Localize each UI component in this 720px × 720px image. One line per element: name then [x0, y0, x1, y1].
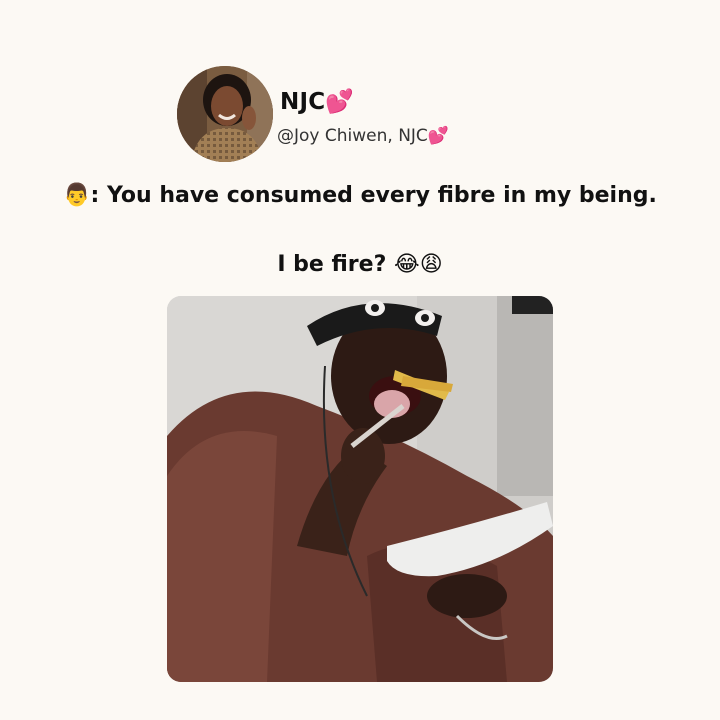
meme-card: NJC💕 @Joy Chiwen, NJC💕 👨: You have consu…	[0, 0, 720, 720]
two-hearts-icon: 💕	[325, 89, 355, 115]
man-eating-fries-photo-icon	[167, 296, 553, 682]
post-photo[interactable]	[167, 296, 553, 682]
author-handle[interactable]: @Joy Chiwen, NJC💕	[277, 125, 449, 147]
author-display-name[interactable]: NJC💕	[280, 88, 354, 116]
laughing-weary-emoji-icons: 😂😩	[394, 252, 443, 277]
display-name-text: NJC	[280, 89, 326, 115]
two-hearts-icon: 💕	[427, 126, 449, 146]
quote-text: : You have consumed every fibre in my be…	[90, 183, 657, 208]
post-text-line-1: 👨: You have consumed every fibre in my b…	[0, 181, 720, 211]
post-text-line-2: I be fire? 😂😩	[0, 250, 720, 280]
question-text: I be fire?	[277, 252, 387, 277]
man-emoji-icon: 👨	[63, 183, 91, 208]
avatar-photo-icon	[177, 66, 273, 162]
handle-text: @Joy Chiwen, NJC	[277, 126, 428, 146]
avatar[interactable]	[177, 66, 273, 162]
